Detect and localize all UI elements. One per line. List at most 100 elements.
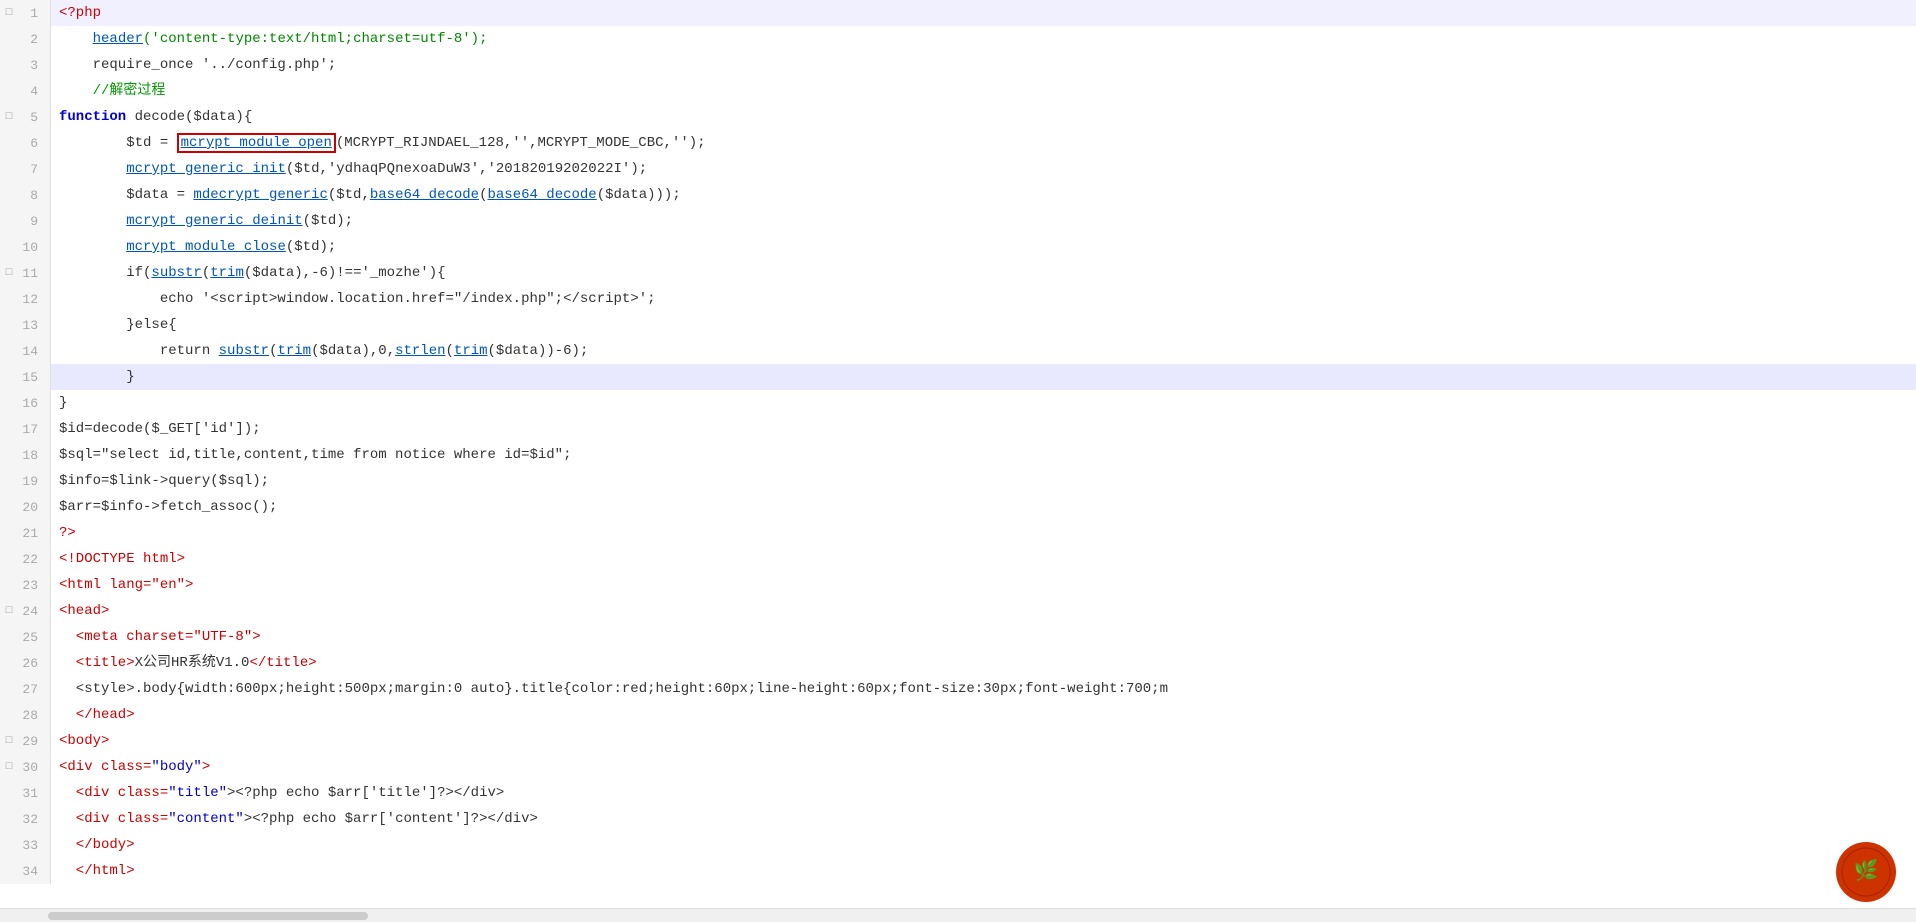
line-content-3: require_once '../config.php'; [51,52,1916,78]
line-number-25: 25 [18,630,42,645]
fold-marker-21 [2,526,16,540]
line-gutter-15: 15 [0,364,51,390]
fold-marker-11[interactable]: □ [2,266,16,280]
line-number-4: 4 [18,84,42,99]
line-number-27: 27 [18,682,42,697]
line-gutter-25: 25 [0,624,51,650]
code-line-33: 33 </body> [0,832,1916,858]
line-gutter-31: 31 [0,780,51,806]
line-content-21: ?> [51,520,1916,546]
code-line-34: 34 </html> [0,858,1916,884]
line-content-7: mcrypt_generic_init($td,'ydhaqPQnexoaDuW… [51,156,1916,182]
horizontal-scrollbar[interactable] [48,912,368,920]
fold-marker-12 [2,292,16,306]
line-number-17: 17 [18,422,42,437]
code-line-22: 22<!DOCTYPE html> [0,546,1916,572]
line-content-22: <!DOCTYPE html> [51,546,1916,572]
line-number-12: 12 [18,292,42,307]
code-line-1: □1 <?php [0,0,1916,26]
fold-marker-22 [2,552,16,566]
line-content-29: <body> [51,728,1916,754]
code-area: □1<?php 2 header('content-type:text/html… [0,0,1916,908]
line-number-29: 29 [18,734,42,749]
line-content-1: <?php [51,0,1916,26]
line-content-27: <style>.body{width:600px;height:500px;ma… [51,676,1916,702]
fold-marker-4 [2,84,16,98]
line-number-8: 8 [18,188,42,203]
line-content-8: $data = mdecrypt_generic($td,base64_deco… [51,182,1916,208]
code-line-24: □24<head> [0,598,1916,624]
line-content-34: </html> [51,858,1916,884]
fold-marker-33 [2,838,16,852]
fold-marker-32 [2,812,16,826]
line-content-25: <meta charset="UTF-8"> [51,624,1916,650]
line-gutter-22: 22 [0,546,51,572]
line-gutter-9: 9 [0,208,51,234]
line-number-11: 11 [18,266,42,281]
line-content-5: function decode($data){ [51,104,1916,130]
code-line-9: 9 mcrypt_generic_deinit($td); [0,208,1916,234]
line-content-26: <title>X公司HR系统V1.0</title> [51,650,1916,676]
fold-marker-1[interactable]: □ [2,6,16,20]
fold-marker-31 [2,786,16,800]
line-gutter-18: 18 [0,442,51,468]
line-content-19: $info=$link->query($sql); [51,468,1916,494]
code-line-23: 23 <html lang="en"> [0,572,1916,598]
line-content-16: } [51,390,1916,416]
fold-marker-10 [2,240,16,254]
line-number-7: 7 [18,162,42,177]
line-content-12: echo '<script>window.location.href="/ind… [51,286,1916,312]
code-line-19: 19 $info=$link->query($sql); [0,468,1916,494]
code-line-30: □30<div class="body"> [0,754,1916,780]
line-content-2: header('content-type:text/html;charset=u… [51,26,1916,52]
code-line-3: 3 require_once '../config.php'; [0,52,1916,78]
line-gutter-8: 8 [0,182,51,208]
line-content-33: </body> [51,832,1916,858]
fold-marker-17 [2,422,16,436]
line-gutter-4: 4 [0,78,51,104]
fold-marker-29[interactable]: □ [2,734,16,748]
fold-marker-20 [2,500,16,514]
line-gutter-2: 2 [0,26,51,52]
line-number-1: 1 [18,6,42,21]
code-line-7: 7 mcrypt_generic_init($td,'ydhaqPQnexoaD… [0,156,1916,182]
line-content-28: </head> [51,702,1916,728]
code-line-29: □29<body> [0,728,1916,754]
code-line-18: 18$sql="select id,title,content,time fro… [0,442,1916,468]
line-content-30: <div class="body"> [51,754,1916,780]
fold-marker-30[interactable]: □ [2,760,16,774]
line-number-16: 16 [18,396,42,411]
line-gutter-19: 19 [0,468,51,494]
line-gutter-27: 27 [0,676,51,702]
line-gutter-3: 3 [0,52,51,78]
line-content-6: $td = mcrypt_module_open(MCRYPT_RIJNDAEL… [51,130,1916,156]
fold-marker-24[interactable]: □ [2,604,16,618]
code-line-13: 13 }else{ [0,312,1916,338]
line-gutter-23: 23 [0,572,51,598]
line-number-23: 23 [18,578,42,593]
line-content-15: } [51,364,1916,390]
line-number-10: 10 [18,240,42,255]
fold-marker-28 [2,708,16,722]
line-gutter-29: □29 [0,728,51,754]
line-number-19: 19 [18,474,42,489]
line-content-13: }else{ [51,312,1916,338]
scrollbar-area[interactable] [0,908,1916,922]
line-gutter-20: 20 [0,494,51,520]
line-gutter-10: 10 [0,234,51,260]
line-content-23: <html lang="en"> [51,572,1916,598]
line-number-32: 32 [18,812,42,827]
svg-text:🌿: 🌿 [1854,858,1879,882]
line-content-9: mcrypt_generic_deinit($td); [51,208,1916,234]
line-number-33: 33 [18,838,42,853]
fold-marker-5[interactable]: □ [2,110,16,124]
line-number-24: 24 [18,604,42,619]
line-gutter-13: 13 [0,312,51,338]
code-line-28: 28 </head> [0,702,1916,728]
line-content-31: <div class="title"><?php echo $arr['titl… [51,780,1916,806]
code-line-10: 10 mcrypt_module_close($td); [0,234,1916,260]
code-line-27: 27 <style>.body{width:600px;height:500px… [0,676,1916,702]
line-number-13: 13 [18,318,42,333]
line-gutter-26: 26 [0,650,51,676]
line-number-28: 28 [18,708,42,723]
